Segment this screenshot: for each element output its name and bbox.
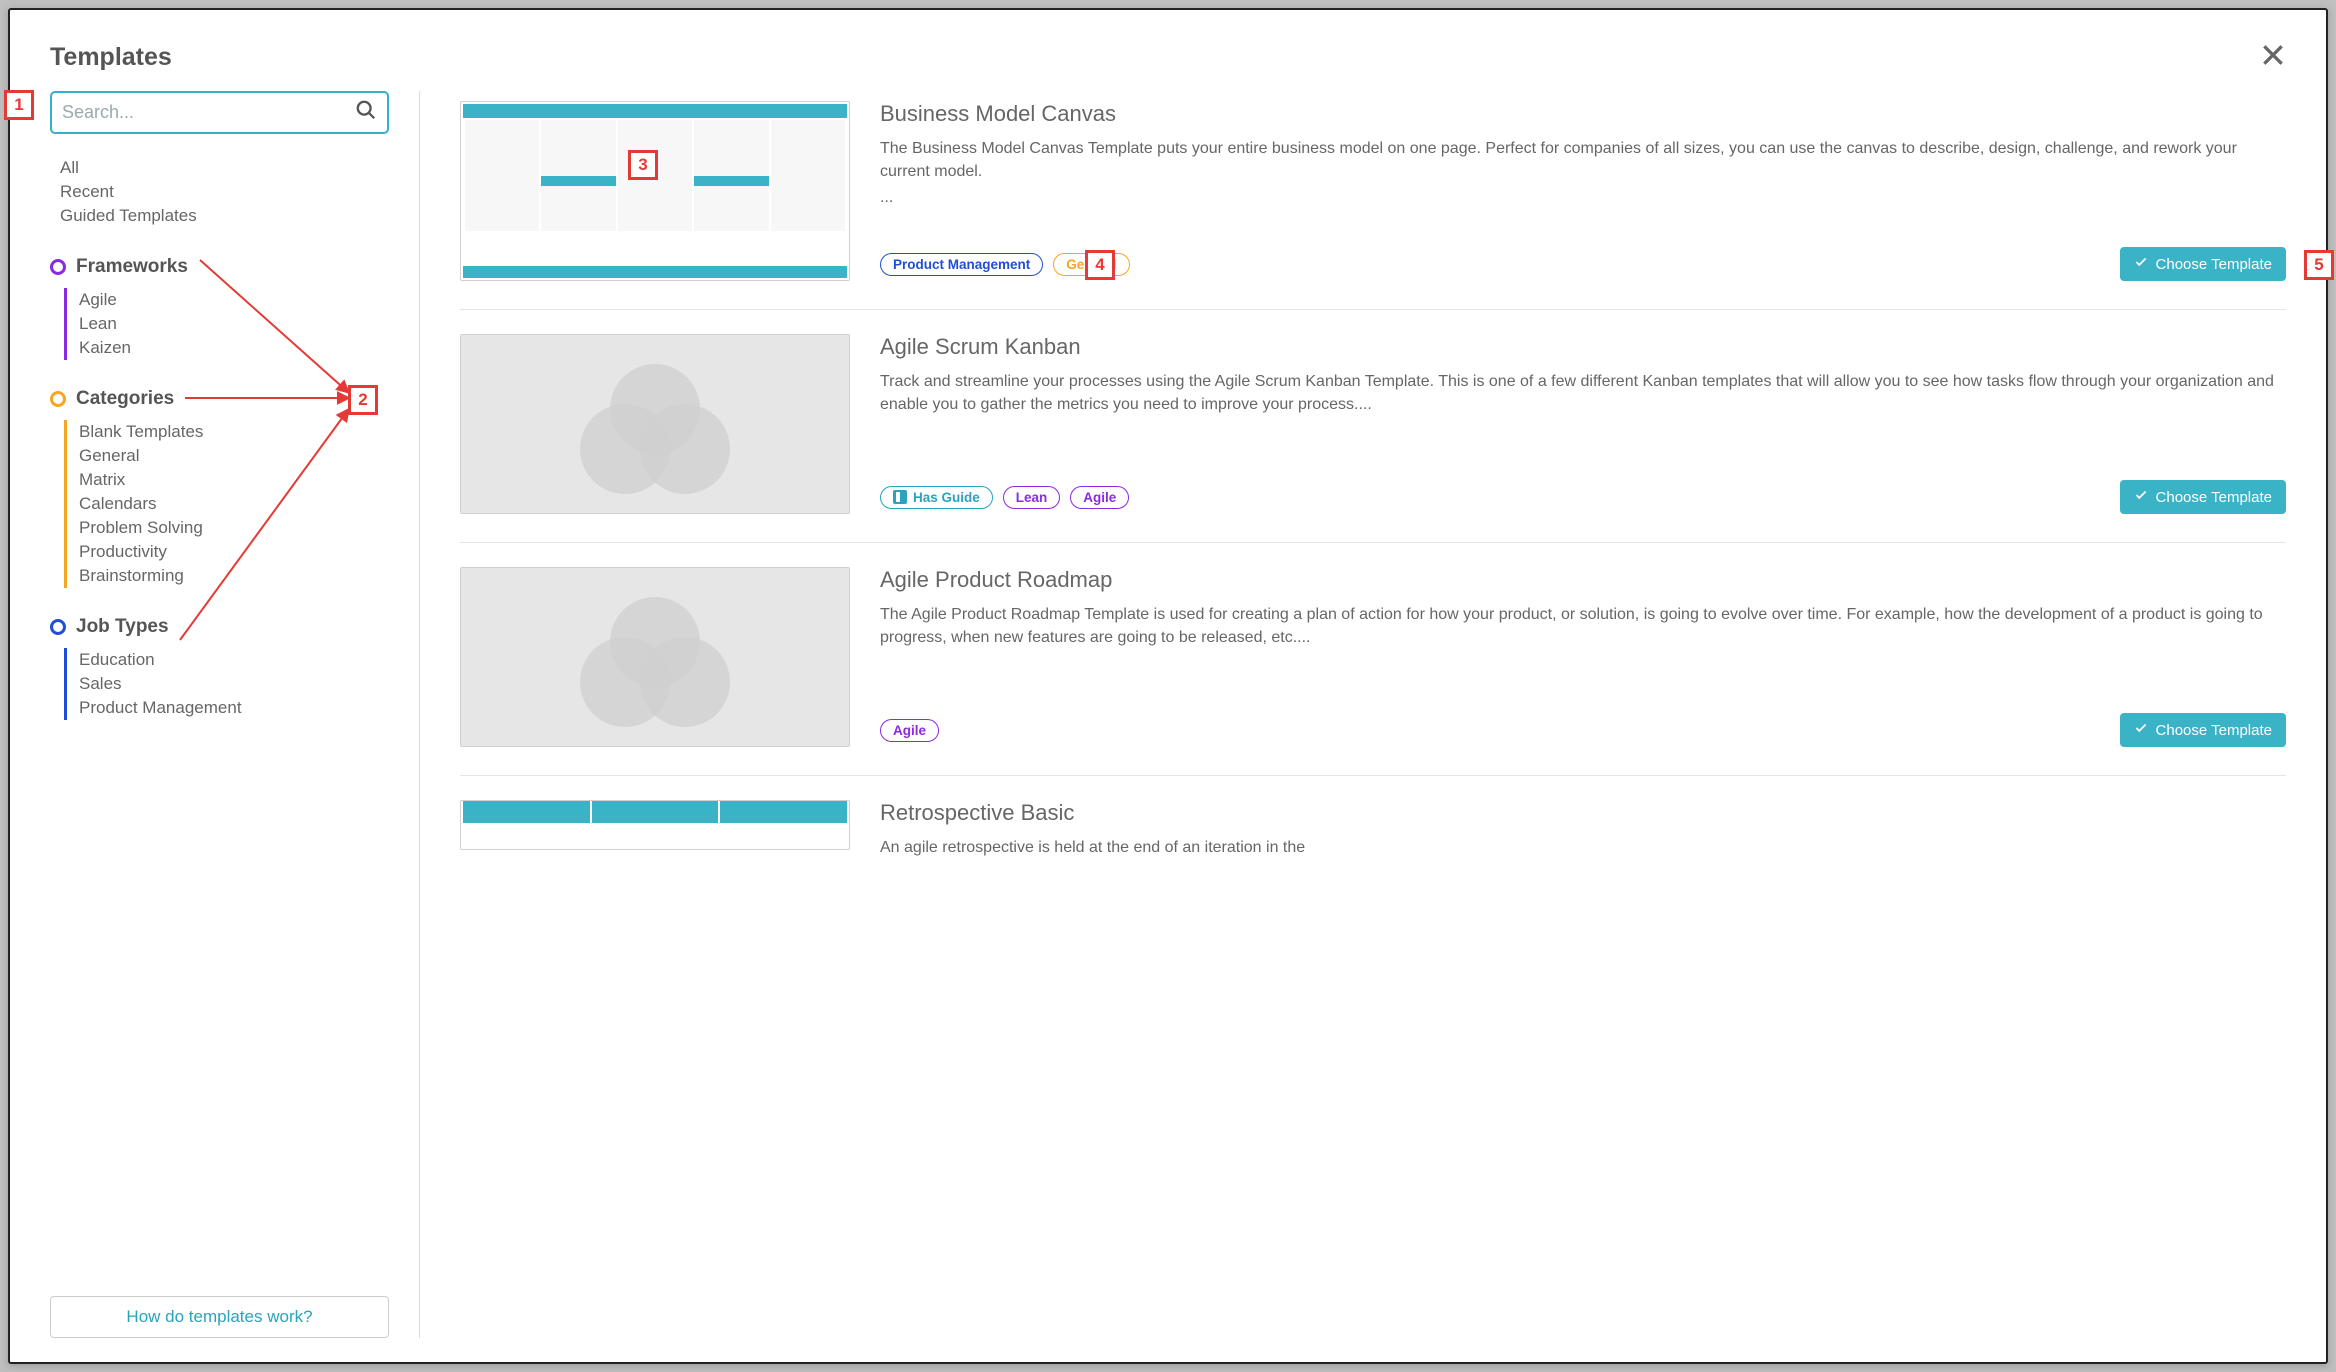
- filter-all[interactable]: All: [60, 156, 389, 180]
- nav-group-label: Job Types: [76, 616, 169, 638]
- top-filters: All Recent Guided Templates: [50, 156, 389, 228]
- template-title: Business Model Canvas: [880, 101, 2286, 127]
- template-card: Business Model Canvas The Business Model…: [460, 91, 2286, 310]
- modal-header: Templates: [50, 42, 2286, 73]
- template-footer: Product Management General Choose Templa…: [880, 247, 2286, 281]
- tag-pill[interactable]: Product Management: [880, 253, 1043, 276]
- choose-template-button[interactable]: Choose Template: [2120, 480, 2286, 514]
- template-thumbnail[interactable]: [460, 334, 850, 514]
- nav-item[interactable]: Kaizen: [79, 336, 389, 360]
- template-card: Agile Product Roadmap The Agile Product …: [460, 557, 2286, 776]
- retro-preview: [463, 801, 847, 823]
- nav-list-frameworks: Agile Lean Kaizen: [64, 288, 389, 360]
- guide-icon: [893, 490, 907, 504]
- nav-item[interactable]: Calendars: [79, 492, 389, 516]
- search-input[interactable]: [62, 102, 355, 123]
- ring-icon: [50, 259, 66, 275]
- modal-title: Templates: [50, 43, 172, 72]
- help-templates-button[interactable]: How do templates work?: [50, 1296, 389, 1338]
- nav-item[interactable]: Brainstorming: [79, 564, 389, 588]
- template-description: An agile retrospective is held at the en…: [880, 836, 2286, 859]
- nav-item[interactable]: Blank Templates: [79, 420, 389, 444]
- nav-header-jobtypes[interactable]: Job Types: [50, 616, 389, 638]
- template-footer: Agile Choose Template: [880, 713, 2286, 747]
- modal-body: All Recent Guided Templates Frameworks A…: [50, 91, 2286, 1338]
- nav-item[interactable]: Problem Solving: [79, 516, 389, 540]
- nav-group-label: Categories: [76, 388, 174, 410]
- choose-template-button[interactable]: Choose Template: [2120, 713, 2286, 747]
- canvas-preview: [463, 104, 847, 278]
- tag-pill[interactable]: General: [1053, 253, 1129, 276]
- nav-list-jobtypes: Education Sales Product Management: [64, 648, 389, 720]
- nav-item[interactable]: Agile: [79, 288, 389, 312]
- nav-item[interactable]: Product Management: [79, 696, 389, 720]
- template-description: Track and streamline your processes usin…: [880, 370, 2286, 416]
- choose-label: Choose Template: [2156, 722, 2272, 739]
- nav-item[interactable]: General: [79, 444, 389, 468]
- search-input-wrapper[interactable]: [50, 91, 389, 134]
- template-description: The Agile Product Roadmap Template is us…: [880, 603, 2286, 649]
- nav-header-categories[interactable]: Categories: [50, 388, 389, 410]
- nav-item[interactable]: Lean: [79, 312, 389, 336]
- close-button[interactable]: [2260, 42, 2286, 73]
- nav-item[interactable]: Productivity: [79, 540, 389, 564]
- template-body: Agile Scrum Kanban Track and streamline …: [880, 334, 2286, 514]
- template-card: Agile Scrum Kanban Track and streamline …: [460, 324, 2286, 543]
- ring-icon: [50, 619, 66, 635]
- nav-group-categories: Categories Blank Templates General Matri…: [50, 388, 389, 588]
- tag-pill-hasguide[interactable]: Has Guide: [880, 486, 993, 509]
- nav-group-jobtypes: Job Types Education Sales Product Manage…: [50, 616, 389, 720]
- check-icon: [2134, 488, 2148, 506]
- search-icon: [355, 99, 377, 126]
- template-title: Retrospective Basic: [880, 800, 2286, 826]
- annotation-1: 1: [4, 90, 34, 120]
- check-icon: [2134, 255, 2148, 273]
- template-title: Agile Product Roadmap: [880, 567, 2286, 593]
- nav-group-frameworks: Frameworks Agile Lean Kaizen: [50, 256, 389, 360]
- template-title: Agile Scrum Kanban: [880, 334, 2286, 360]
- filter-recent[interactable]: Recent: [60, 180, 389, 204]
- template-thumbnail[interactable]: [460, 567, 850, 747]
- template-body: Agile Product Roadmap The Agile Product …: [880, 567, 2286, 747]
- annotation-5: 5: [2304, 250, 2334, 280]
- template-thumbnail[interactable]: [460, 101, 850, 281]
- venn-icon: [575, 364, 735, 484]
- template-body: Business Model Canvas The Business Model…: [880, 101, 2286, 281]
- template-thumbnail[interactable]: [460, 800, 850, 850]
- nav-list-categories: Blank Templates General Matrix Calendars…: [64, 420, 389, 588]
- tag-pill[interactable]: Agile: [1070, 486, 1129, 509]
- template-list[interactable]: Business Model Canvas The Business Model…: [420, 91, 2286, 1338]
- template-body: Retrospective Basic An agile retrospecti…: [880, 800, 2286, 865]
- template-card: Retrospective Basic An agile retrospecti…: [460, 790, 2286, 893]
- ring-icon: [50, 391, 66, 407]
- nav-item[interactable]: Education: [79, 648, 389, 672]
- check-icon: [2134, 721, 2148, 739]
- nav-header-frameworks[interactable]: Frameworks: [50, 256, 389, 278]
- venn-icon: [575, 597, 735, 717]
- nav-item[interactable]: Sales: [79, 672, 389, 696]
- templates-modal: Templates All Recent Guided Templates: [8, 8, 2328, 1364]
- template-description: The Business Model Canvas Template puts …: [880, 137, 2286, 183]
- filter-guided[interactable]: Guided Templates: [60, 204, 389, 228]
- choose-label: Choose Template: [2156, 489, 2272, 506]
- tag-pill[interactable]: Agile: [880, 719, 939, 742]
- nav-group-label: Frameworks: [76, 256, 188, 278]
- close-icon: [2260, 53, 2286, 72]
- choose-template-button[interactable]: Choose Template: [2120, 247, 2286, 281]
- tag-pill[interactable]: Lean: [1003, 486, 1061, 509]
- choose-label: Choose Template: [2156, 256, 2272, 273]
- template-footer: Has Guide Lean Agile Choose Template: [880, 480, 2286, 514]
- ellipsis: ...: [880, 189, 2286, 207]
- tag-label: Has Guide: [913, 490, 980, 505]
- sidebar: All Recent Guided Templates Frameworks A…: [50, 91, 420, 1338]
- nav-item[interactable]: Matrix: [79, 468, 389, 492]
